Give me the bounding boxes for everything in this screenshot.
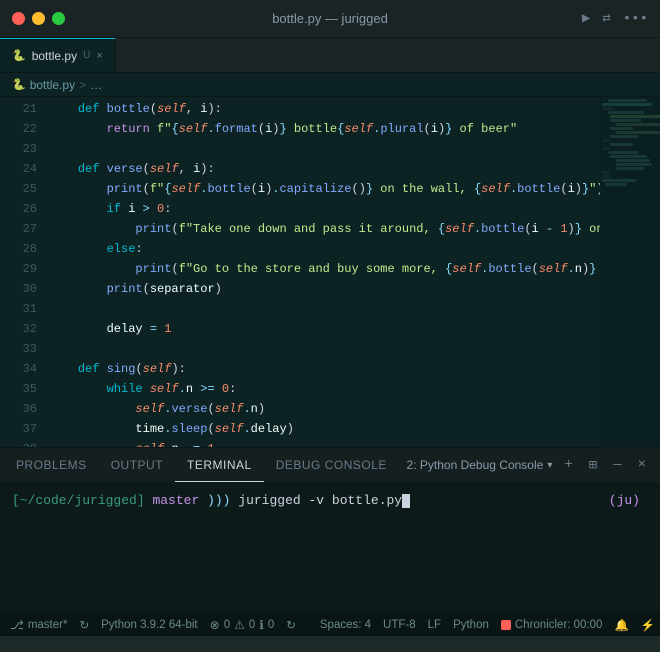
close-panel-button[interactable]: ×	[634, 455, 650, 475]
update-icon: ↻	[286, 618, 296, 632]
window-title: bottle.py — jurigged	[272, 11, 388, 26]
code-line-32: delay = 1	[45, 319, 600, 339]
tab-terminal[interactable]: TERMINAL	[175, 448, 264, 482]
breadcrumb-file: bottle.py	[30, 78, 75, 92]
code-line-36: self.verse(self.n)	[45, 399, 600, 419]
status-python[interactable]: Python 3.9.2 64-bit	[101, 619, 198, 631]
code-line-23	[45, 139, 600, 159]
tab-label: bottle.py	[32, 49, 77, 63]
code-line-37: time.sleep(self.delay)	[45, 419, 600, 439]
tab-problems[interactable]: PROBLEMS	[4, 448, 99, 482]
info-icon: ℹ	[259, 618, 264, 632]
status-feed[interactable]: ⚡	[641, 618, 655, 632]
terminal[interactable]: [~/code/jurigged] master ))) jurigged -v…	[0, 482, 660, 612]
code-line-33	[45, 339, 600, 359]
code-line-30: print(separator)	[45, 279, 600, 299]
terminal-line: [~/code/jurigged] master ))) jurigged -v…	[12, 490, 648, 512]
bell-icon: 🔔	[614, 618, 628, 632]
status-branch[interactable]: ⎇ master*	[10, 618, 67, 632]
terminal-dropdown-label: 2: Python Debug Console	[407, 458, 544, 472]
branch-icon: ⎇	[10, 618, 24, 632]
split-terminal-button[interactable]: ⊞	[585, 455, 601, 476]
breadcrumb: 🐍 bottle.py > …	[0, 73, 660, 97]
warning-icon: ⚠	[234, 618, 245, 632]
feed-icon: ⚡	[641, 618, 655, 632]
breadcrumb-sep: >	[79, 78, 86, 92]
code-line-21: def bottle(self, i):	[45, 99, 600, 119]
tab-bar: 🐍 bottle.py U ×	[0, 38, 660, 73]
tab-bottle-py[interactable]: 🐍 bottle.py U ×	[0, 38, 116, 72]
minimap	[600, 97, 660, 447]
tab-modified-dot: U	[83, 50, 90, 61]
code-line-24: def verse(self, i):	[45, 159, 600, 179]
python-label: Python 3.9.2 64-bit	[101, 619, 198, 631]
breadcrumb-file-icon: 🐍	[12, 78, 26, 91]
titlebar: bottle.py — jurigged ▶ ⇄ •••	[0, 0, 660, 38]
status-jurigged[interactable]: ↻	[79, 618, 89, 632]
tab-output[interactable]: OUTPUT	[99, 448, 175, 482]
chronicler-dot	[501, 620, 511, 630]
terminal-right-label: (ju)	[609, 493, 648, 508]
branch-label: master*	[28, 619, 68, 631]
python-file-icon: 🐍	[12, 49, 26, 62]
panel-tab-right: 2: Python Debug Console ▾ + ⊞ — ×	[407, 455, 656, 476]
code-line-29: print(f"Go to the store and buy some mor…	[45, 259, 600, 279]
encoding-label: UTF-8	[383, 619, 416, 631]
status-language[interactable]: Python	[453, 619, 489, 631]
code-line-22: return f"{self.format(i)} bottle{self.pl…	[45, 119, 600, 139]
panel-tab-bar: PROBLEMS OUTPUT TERMINAL DEBUG CONSOLE 2…	[0, 447, 660, 482]
tab-close-button[interactable]: ×	[96, 50, 102, 62]
status-spaces[interactable]: Spaces: 4	[320, 619, 371, 631]
tab-debug-console[interactable]: DEBUG CONSOLE	[264, 448, 399, 482]
code-line-31	[45, 299, 600, 319]
status-encoding[interactable]: UTF-8	[383, 619, 416, 631]
status-errors[interactable]: ⊗ 0 ⚠ 0 ℹ 0	[210, 618, 275, 632]
status-line-ending[interactable]: LF	[428, 619, 441, 631]
titlebar-actions: ▶ ⇄ •••	[582, 10, 648, 27]
code-line-34: def sing(self):	[45, 359, 600, 379]
more-icon[interactable]: •••	[623, 11, 648, 27]
chronicler-label: Chronicler: 00:00	[515, 619, 603, 631]
chevron-down-icon: ▾	[547, 460, 552, 471]
code-line-26: if i > 0:	[45, 199, 600, 219]
minimize-dot[interactable]	[32, 12, 45, 25]
status-bell[interactable]: 🔔	[614, 618, 628, 632]
language-label: Python	[453, 619, 489, 631]
code-line-25: print(f"{self.bottle(i).capitalize()} on…	[45, 179, 600, 199]
code-line-35: while self.n >= 0:	[45, 379, 600, 399]
line-ending-label: LF	[428, 619, 441, 631]
code-line-28: else:	[45, 239, 600, 259]
terminal-prompt: [~/code/jurigged] master ))) jurigged -v…	[12, 490, 410, 512]
panel-tabs-group: PROBLEMS OUTPUT TERMINAL DEBUG CONSOLE	[4, 448, 399, 482]
warning-count: 0	[249, 619, 255, 631]
status-update[interactable]: ↻	[286, 618, 296, 632]
code-line-27: print(f"Take one down and pass it around…	[45, 219, 600, 239]
window-controls	[12, 12, 65, 25]
error-icon: ⊗	[210, 618, 220, 632]
split-icon[interactable]: ⇄	[602, 10, 610, 27]
statusbar: ⎇ master* ↻ Python 3.9.2 64-bit ⊗ 0 ⚠ 0 …	[0, 612, 660, 636]
info-count: 0	[268, 619, 274, 631]
line-numbers: 21 22 23 24 25 26 27 28 29 30 31 32 33 3…	[0, 97, 45, 447]
add-terminal-button[interactable]: +	[560, 455, 576, 475]
reload-icon: ↻	[79, 618, 89, 632]
breadcrumb-path: …	[90, 78, 102, 92]
minimize-panel-button[interactable]: —	[609, 455, 625, 475]
terminal-dropdown[interactable]: 2: Python Debug Console ▾	[407, 458, 553, 472]
editor: 21 22 23 24 25 26 27 28 29 30 31 32 33 3…	[0, 97, 660, 447]
code-content[interactable]: def bottle(self, i): return f"{self.form…	[45, 97, 600, 447]
error-count: 0	[224, 619, 230, 631]
close-dot[interactable]	[12, 12, 25, 25]
code-line-38: self.n -= 1	[45, 439, 600, 447]
run-icon[interactable]: ▶	[582, 10, 590, 27]
maximize-dot[interactable]	[52, 12, 65, 25]
spaces-label: Spaces: 4	[320, 619, 371, 631]
status-chronicler[interactable]: Chronicler: 00:00	[501, 619, 603, 631]
